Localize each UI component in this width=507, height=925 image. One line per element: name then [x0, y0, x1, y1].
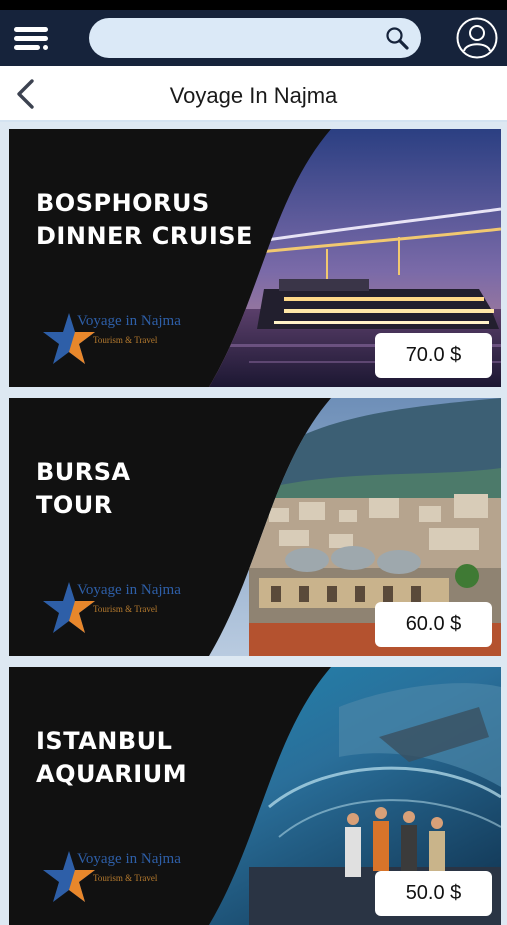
tour-name-line: BURSA [36, 458, 131, 486]
logo-subtext: Tourism & Travel [93, 335, 158, 345]
menu-icon-line [14, 27, 48, 32]
price-badge: 50.0 $ [375, 871, 492, 916]
tour-name-line: AQUARIUM [36, 760, 188, 788]
menu-icon-line [14, 36, 48, 41]
menu-button[interactable] [12, 24, 50, 54]
app-bar [0, 10, 507, 66]
logo-subtext: Tourism & Travel [93, 873, 158, 883]
tour-name: BOSPHORUS DINNER CRUISE [36, 187, 253, 253]
logo-text: Voyage in Najma [77, 851, 181, 867]
logo-subtext: Tourism & Travel [93, 604, 158, 614]
tour-name: ISTANBUL AQUARIUM [36, 725, 187, 791]
tour-card-bosphorus[interactable]: BOSPHORUS DINNER CRUISE Voyage in Najma … [9, 129, 501, 387]
tour-card-bursa[interactable]: BURSA TOUR Voyage in Najma Tourism & Tra… [9, 398, 501, 656]
price-badge: 70.0 $ [375, 333, 492, 378]
status-bar [0, 0, 507, 10]
logo-text: Voyage in Najma [77, 582, 181, 598]
brand-logo: Voyage in Najma Tourism & Travel [41, 849, 201, 907]
page-title: Voyage In Najma [169, 83, 338, 108]
page-header: Voyage In Najma [0, 66, 507, 122]
search-input[interactable] [105, 23, 375, 53]
tour-card-aquarium[interactable]: ISTANBUL AQUARIUM Voyage in Najma Touris… [9, 667, 501, 925]
tour-name-line: ISTANBUL [36, 727, 173, 755]
tour-name: BURSA TOUR [36, 456, 131, 522]
brand-logo: Voyage in Najma Tourism & Travel [41, 311, 201, 369]
tour-name-line: TOUR [36, 491, 113, 519]
price-badge: 60.0 $ [375, 602, 492, 647]
search-bar [89, 18, 421, 58]
tour-name-line: DINNER CRUISE [36, 222, 253, 250]
brand-logo: Voyage in Najma Tourism & Travel [41, 580, 201, 638]
user-profile-icon[interactable] [456, 17, 498, 59]
menu-icon-dot [43, 45, 48, 50]
search-icon[interactable] [385, 26, 409, 50]
tour-name-line: BOSPHORUS [36, 189, 210, 217]
menu-icon-line [14, 45, 40, 50]
logo-text: Voyage in Najma [77, 313, 181, 329]
